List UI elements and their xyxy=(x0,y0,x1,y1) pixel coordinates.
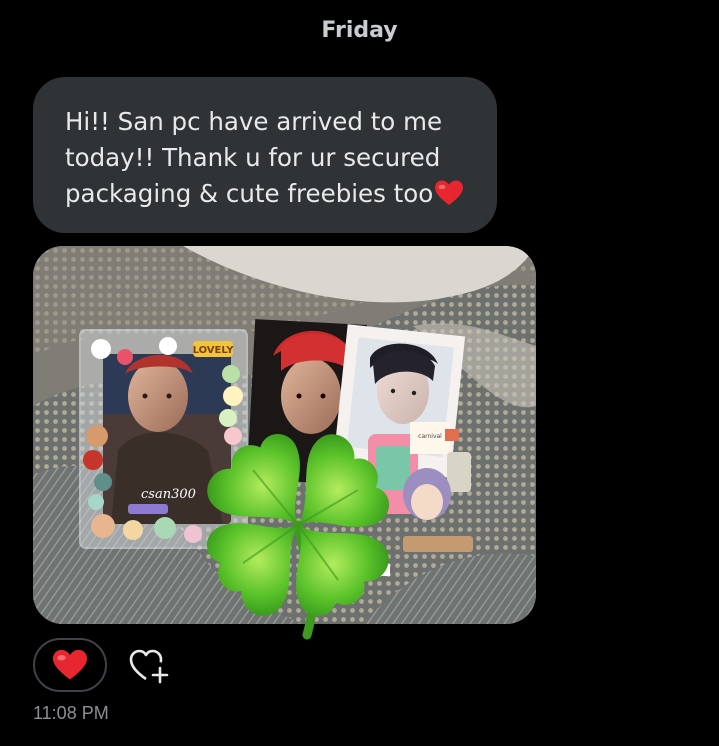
svg-text:carnival: carnival xyxy=(418,433,442,440)
svg-text:LOVELY: LOVELY xyxy=(193,345,235,356)
red-heart-icon xyxy=(53,649,87,680)
message-timestamp: 11:08 PM xyxy=(33,703,109,723)
clover-sticker xyxy=(206,433,390,640)
red-heart-emoji xyxy=(435,180,464,205)
message-bubble[interactable]: Hi!! San pc have arrived to me today!! T… xyxy=(33,77,497,233)
heart-plus-icon[interactable] xyxy=(127,646,171,686)
chat-screen: Friday Hi!! San pc have arrived to me to… xyxy=(0,0,719,746)
date-divider: Friday xyxy=(321,18,398,43)
reaction-heart-button[interactable] xyxy=(33,638,107,692)
message-text: Hi!! San pc have arrived to me today!! T… xyxy=(65,107,443,208)
